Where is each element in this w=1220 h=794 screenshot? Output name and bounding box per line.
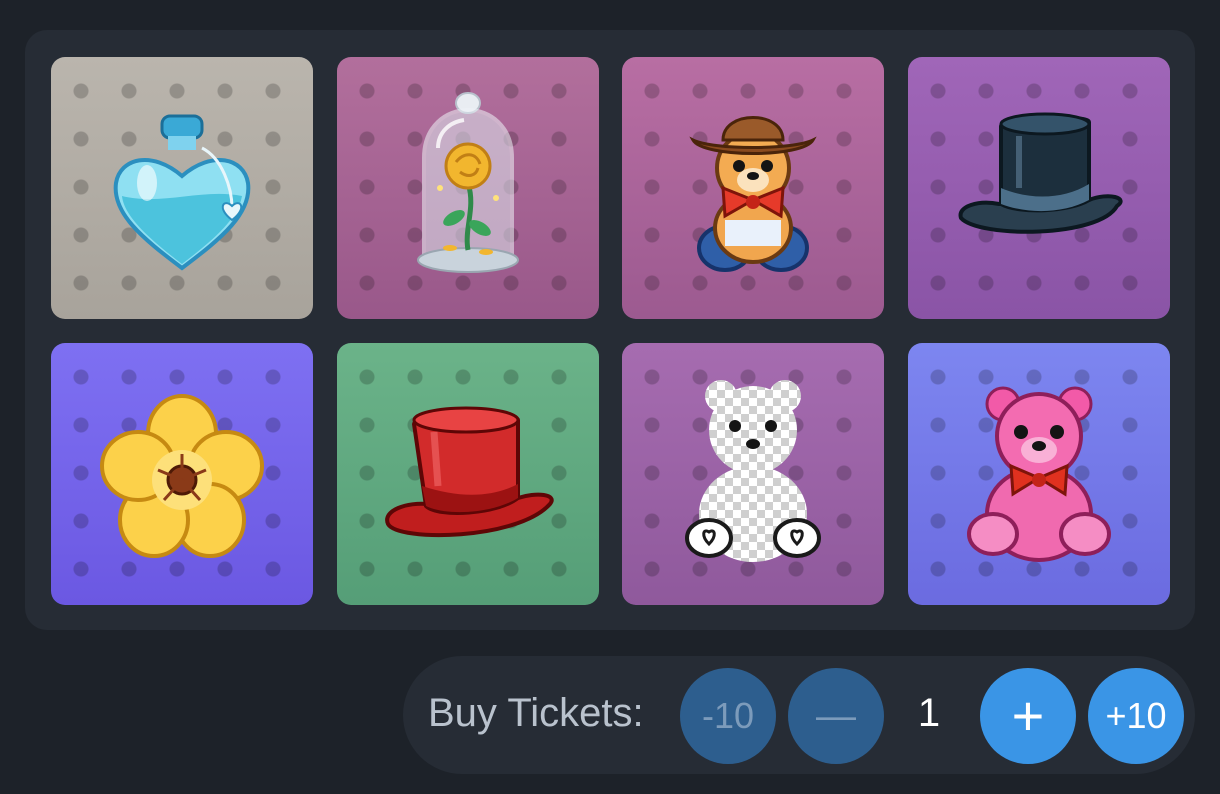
buy-tickets-bar: Buy Tickets: -10 — 1 + +10 xyxy=(403,656,1195,774)
minus-icon: — xyxy=(816,693,856,738)
gift-grid xyxy=(51,57,1170,605)
gift-tile-top-hat[interactable] xyxy=(907,57,1170,319)
gift-tile-cowboy-bear[interactable] xyxy=(622,57,884,319)
red-top-hat-icon xyxy=(384,406,554,538)
buy-tickets-label: Buy Tickets: xyxy=(428,691,644,735)
decrement-button[interactable]: — xyxy=(788,668,884,764)
transparent-bear-icon xyxy=(685,380,821,562)
increment-button[interactable]: + xyxy=(980,668,1076,764)
plus-ten-button[interactable]: +10 xyxy=(1088,668,1184,764)
flower-icon xyxy=(100,394,264,558)
gift-tile-transparent-bear[interactable] xyxy=(622,343,884,605)
ticket-quantity: 1 xyxy=(917,691,941,735)
cowboy-bear-icon xyxy=(689,116,817,272)
plus-icon: + xyxy=(1011,684,1045,747)
gift-panel xyxy=(25,30,1195,630)
love-potion-icon xyxy=(113,114,251,271)
gift-tile-flower[interactable] xyxy=(51,343,313,605)
gift-tile-pink-bear[interactable] xyxy=(907,343,1170,605)
top-hat-icon xyxy=(958,112,1122,234)
pink-bear-icon xyxy=(966,386,1111,562)
eternal-rose-icon xyxy=(416,92,519,273)
gift-tile-eternal-rose[interactable] xyxy=(336,57,599,319)
gift-tile-red-top-hat[interactable] xyxy=(336,343,599,605)
minus-ten-button[interactable]: -10 xyxy=(680,668,776,764)
gift-tile-love-potion[interactable] xyxy=(51,57,313,319)
